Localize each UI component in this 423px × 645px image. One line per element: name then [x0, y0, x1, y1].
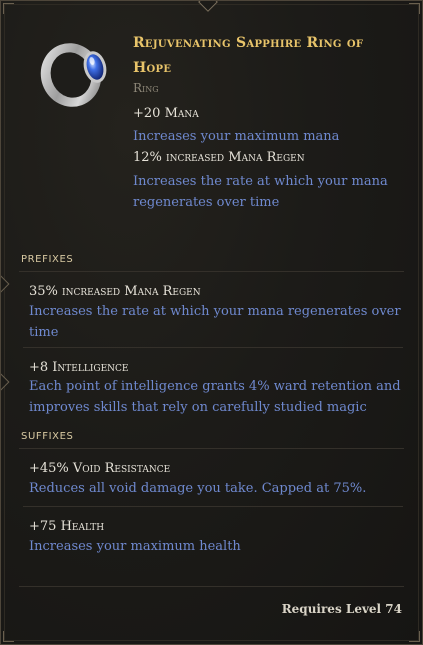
implicit-stat: 12% increased Mana Regen — [133, 150, 305, 165]
frame-corner-bottom-left — [3, 631, 14, 642]
sapphire-ring-icon — [40, 43, 107, 107]
item-tooltip: Rejuvenating Sapphire Ring of Hope Ring … — [0, 0, 423, 645]
implicit-description: Increases the rate at which your mana re… — [133, 174, 388, 210]
prefix-description: Increases the rate at which your mana re… — [29, 304, 401, 340]
suffixes-label: SUFFIXES — [21, 431, 74, 442]
frame-corner-top-left — [3, 3, 14, 14]
footer-divider — [19, 586, 404, 587]
prefixes-label: PREFIXES — [21, 254, 74, 265]
frame-left-ornament — [1, 373, 10, 391]
prefix-stat: 35% increased Mana Regen — [29, 284, 201, 299]
frame-left-ornament — [1, 275, 10, 293]
section-divider — [19, 271, 404, 272]
level-requirement: Requires Level 74 — [281, 602, 402, 616]
suffix-description: Increases your maximum health — [29, 539, 241, 554]
prefix-stat: +8 Intelligence — [29, 360, 129, 375]
suffix-description: Reduces all void damage you take. Capped… — [29, 481, 367, 496]
implicit-stat: +20 Mana — [133, 106, 199, 121]
frame-corner-top-right — [409, 3, 420, 14]
section-divider — [19, 448, 404, 449]
frame-top-ornament — [198, 1, 218, 12]
item-type: Ring — [133, 81, 159, 95]
item-name: Rejuvenating Sapphire Ring of Hope — [133, 35, 364, 76]
affix-divider — [23, 506, 403, 507]
prefix-description: Each point of intelligence grants 4% war… — [29, 379, 401, 415]
implicit-description: Increases your maximum mana — [133, 129, 340, 144]
affix-divider — [23, 347, 403, 348]
suffix-stat: +45% Void Resistance — [29, 461, 171, 476]
frame-corner-bottom-right — [409, 631, 420, 642]
suffix-stat: +75 Health — [29, 519, 105, 534]
